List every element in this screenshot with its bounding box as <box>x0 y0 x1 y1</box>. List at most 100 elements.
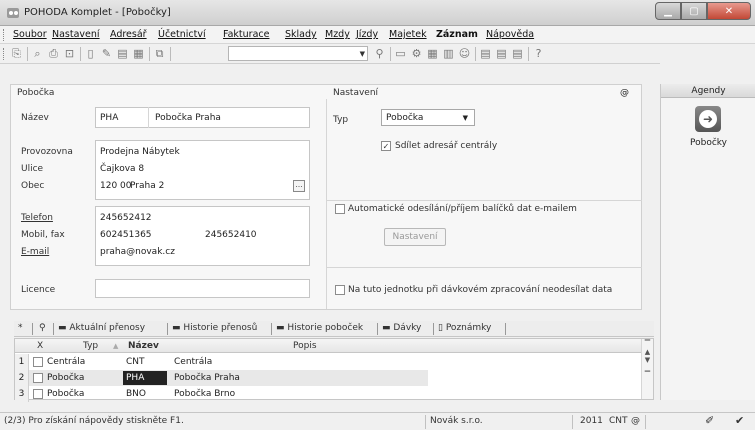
print-preview-icon[interactable]: ⊡ <box>63 47 76 60</box>
save-icon[interactable]: ▤ <box>116 47 129 60</box>
menu-soubor[interactable]: Soubor <box>13 29 47 40</box>
obec-lookup-button[interactable]: … <box>293 180 305 192</box>
copy-icon[interactable]: ⧉ <box>153 47 166 60</box>
report-icon[interactable]: ▤ <box>511 47 524 60</box>
col-x-header[interactable]: X <box>37 341 43 351</box>
email-label[interactable]: E-mail <box>21 247 49 257</box>
filter-tab-icon[interactable]: ⚲ <box>39 323 46 333</box>
status-currency: CNT <box>609 416 628 426</box>
col-popis-header[interactable]: Popis <box>293 341 317 351</box>
toolbar-separator <box>475 47 476 61</box>
row-number: 2 <box>15 370 29 386</box>
row-popis: Pobočka Praha <box>174 373 240 383</box>
tab-star[interactable]: * <box>18 323 23 333</box>
licence-field[interactable] <box>95 279 310 298</box>
tab-aktualni-prenosy[interactable]: ▬ Aktuální přenosy <box>58 323 145 333</box>
pobocky-agenda-icon[interactable]: ➜ <box>695 106 721 132</box>
row-checkbox[interactable] <box>33 357 43 367</box>
maximize-button[interactable]: ▢ <box>681 2 707 20</box>
at-icon: @ <box>620 88 629 98</box>
search-icon[interactable]: ⌕ <box>31 47 44 60</box>
toolbar-separator <box>80 47 81 61</box>
exit-icon[interactable]: ⎘ <box>10 47 23 60</box>
status-bar: (2/3) Pro získání nápovědy stiskněte F1.… <box>0 412 755 430</box>
tab-separator <box>271 323 272 335</box>
delete-icon[interactable]: ▦ <box>132 47 145 60</box>
menu-sklady[interactable]: Sklady <box>285 29 317 40</box>
nastaveni-button[interactable]: Nastavení <box>384 228 446 246</box>
tab-historie-prenosu[interactable]: ▬ Historie přenosů <box>172 323 257 333</box>
telefon-label[interactable]: Telefon <box>21 213 53 223</box>
menu-nastaveni[interactable]: Nastavení <box>52 29 100 40</box>
menu-mzdy[interactable]: Mzdy <box>325 29 350 40</box>
list-icon[interactable]: ▤ <box>479 47 492 60</box>
table-row[interactable]: 1 Centrála CNT Centrála <box>15 354 428 370</box>
section-divider <box>326 99 327 309</box>
toolbar-grip <box>3 48 5 60</box>
menu-napoveda[interactable]: Nápověda <box>486 29 534 40</box>
folder-icon[interactable]: ▭ <box>394 47 407 60</box>
table-row-selected[interactable]: 2 Pobočka PHA Pobočka Praha <box>15 370 428 386</box>
table-row[interactable]: 3 Pobočka BNO Pobočka Brno <box>15 386 428 402</box>
chevron-down-icon: ▼ <box>462 114 468 122</box>
tab-poznamky[interactable]: ▯ Poznámky <box>438 323 491 333</box>
telefon-field[interactable]: 245652412 <box>100 213 152 223</box>
row-checkbox[interactable] <box>33 373 43 383</box>
mobil-field[interactable]: 602451365 <box>100 230 152 240</box>
calculator-icon[interactable]: ▥ <box>442 47 455 60</box>
row-popis: Centrála <box>174 357 213 367</box>
minimize-button[interactable]: ▁ <box>655 2 681 20</box>
calendar-icon[interactable]: ▦ <box>426 47 439 60</box>
grid-scrollbar[interactable]: ▔ ▲ ▼ ▁ <box>641 339 653 399</box>
record-form: Pobočka Nastavení @ Název PHA Pobočka Pr… <box>10 84 642 310</box>
print-icon[interactable]: ⎙ <box>47 47 60 60</box>
users-icon[interactable]: ☺ <box>458 47 471 60</box>
auto-checkbox[interactable] <box>335 204 345 214</box>
sdilet-label: Sdílet adresář centrály <box>395 141 498 151</box>
toolbar-separator <box>149 47 150 61</box>
edit-icon[interactable]: ✎ <box>100 47 113 60</box>
agendy-header: Agendy <box>661 84 755 98</box>
psc-field[interactable]: 120 00 <box>100 181 132 191</box>
row-nazev[interactable]: PHA <box>123 371 167 385</box>
nastaveni-divider <box>327 200 642 201</box>
col-nazev-header[interactable]: Název <box>128 341 159 351</box>
new-record-icon[interactable]: ▯ <box>84 47 97 60</box>
filter-icon[interactable]: ⚲ <box>373 47 386 60</box>
status-separator <box>572 415 573 429</box>
menu-ucetnictvi[interactable]: Účetnictví <box>158 29 206 40</box>
check-circle-icon[interactable]: ✔ <box>735 414 744 427</box>
menu-bar: Soubor Nastavení Adresář Účetnictví Fakt… <box>0 26 755 44</box>
table-icon[interactable]: ▤ <box>495 47 508 60</box>
neodesilat-checkbox[interactable] <box>335 285 345 295</box>
agenda-pobocky-label[interactable]: Pobočky <box>661 138 755 148</box>
pen-icon[interactable]: ✐ <box>705 414 714 427</box>
fax-field[interactable]: 245652410 <box>205 230 257 240</box>
close-button[interactable]: ✕ <box>707 2 751 20</box>
licence-label: Licence <box>21 285 56 295</box>
obec-field[interactable]: Praha 2 <box>130 181 164 191</box>
menu-jizdy[interactable]: Jízdy <box>356 29 378 40</box>
tools-icon[interactable]: ⚙ <box>410 47 423 60</box>
typ-select[interactable]: Pobočka ▼ <box>381 109 475 126</box>
section-title-nastaveni: Nastavení <box>333 88 379 98</box>
filter-combo[interactable]: ▼ <box>228 46 368 61</box>
ulice-field[interactable]: Čajkova 8 <box>100 164 144 174</box>
provozovna-field[interactable]: Prodejna Nábytek <box>100 147 180 157</box>
tab-davky[interactable]: ▬ Dávky <box>382 323 421 333</box>
menu-zaznam[interactable]: Záznam <box>436 29 478 40</box>
tab-separator <box>505 323 506 335</box>
help-icon[interactable]: ? <box>532 47 545 60</box>
menu-fakturace[interactable]: Fakturace <box>223 29 269 40</box>
nazev-field[interactable]: Pobočka Praha <box>155 113 221 123</box>
menu-majetek[interactable]: Majetek <box>389 29 427 40</box>
ulice-label: Ulice <box>21 164 44 174</box>
col-typ-header[interactable]: Typ <box>83 341 98 351</box>
tab-historie-pobocek[interactable]: ▬ Historie poboček <box>276 323 363 333</box>
nazev-code-field[interactable]: PHA <box>100 113 118 123</box>
menu-adresar[interactable]: Adresář <box>110 29 147 40</box>
typ-label: Typ <box>333 115 349 125</box>
row-checkbox[interactable] <box>33 389 43 399</box>
sdilet-checkbox[interactable]: ✓ <box>381 141 391 151</box>
email-field[interactable]: praha@novak.cz <box>100 247 175 257</box>
